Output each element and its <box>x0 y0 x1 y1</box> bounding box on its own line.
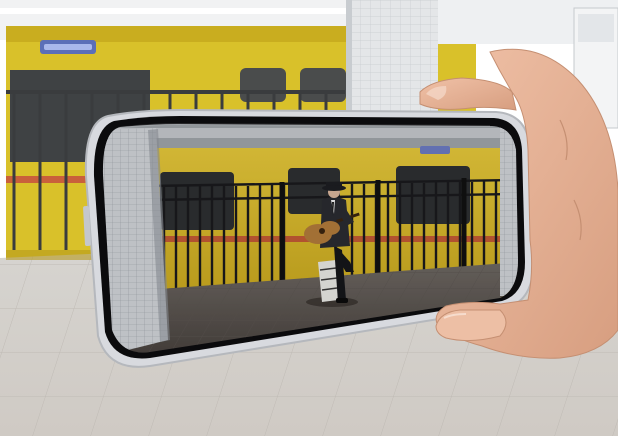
photo-canvas <box>0 0 618 436</box>
photo-frame <box>0 0 618 436</box>
